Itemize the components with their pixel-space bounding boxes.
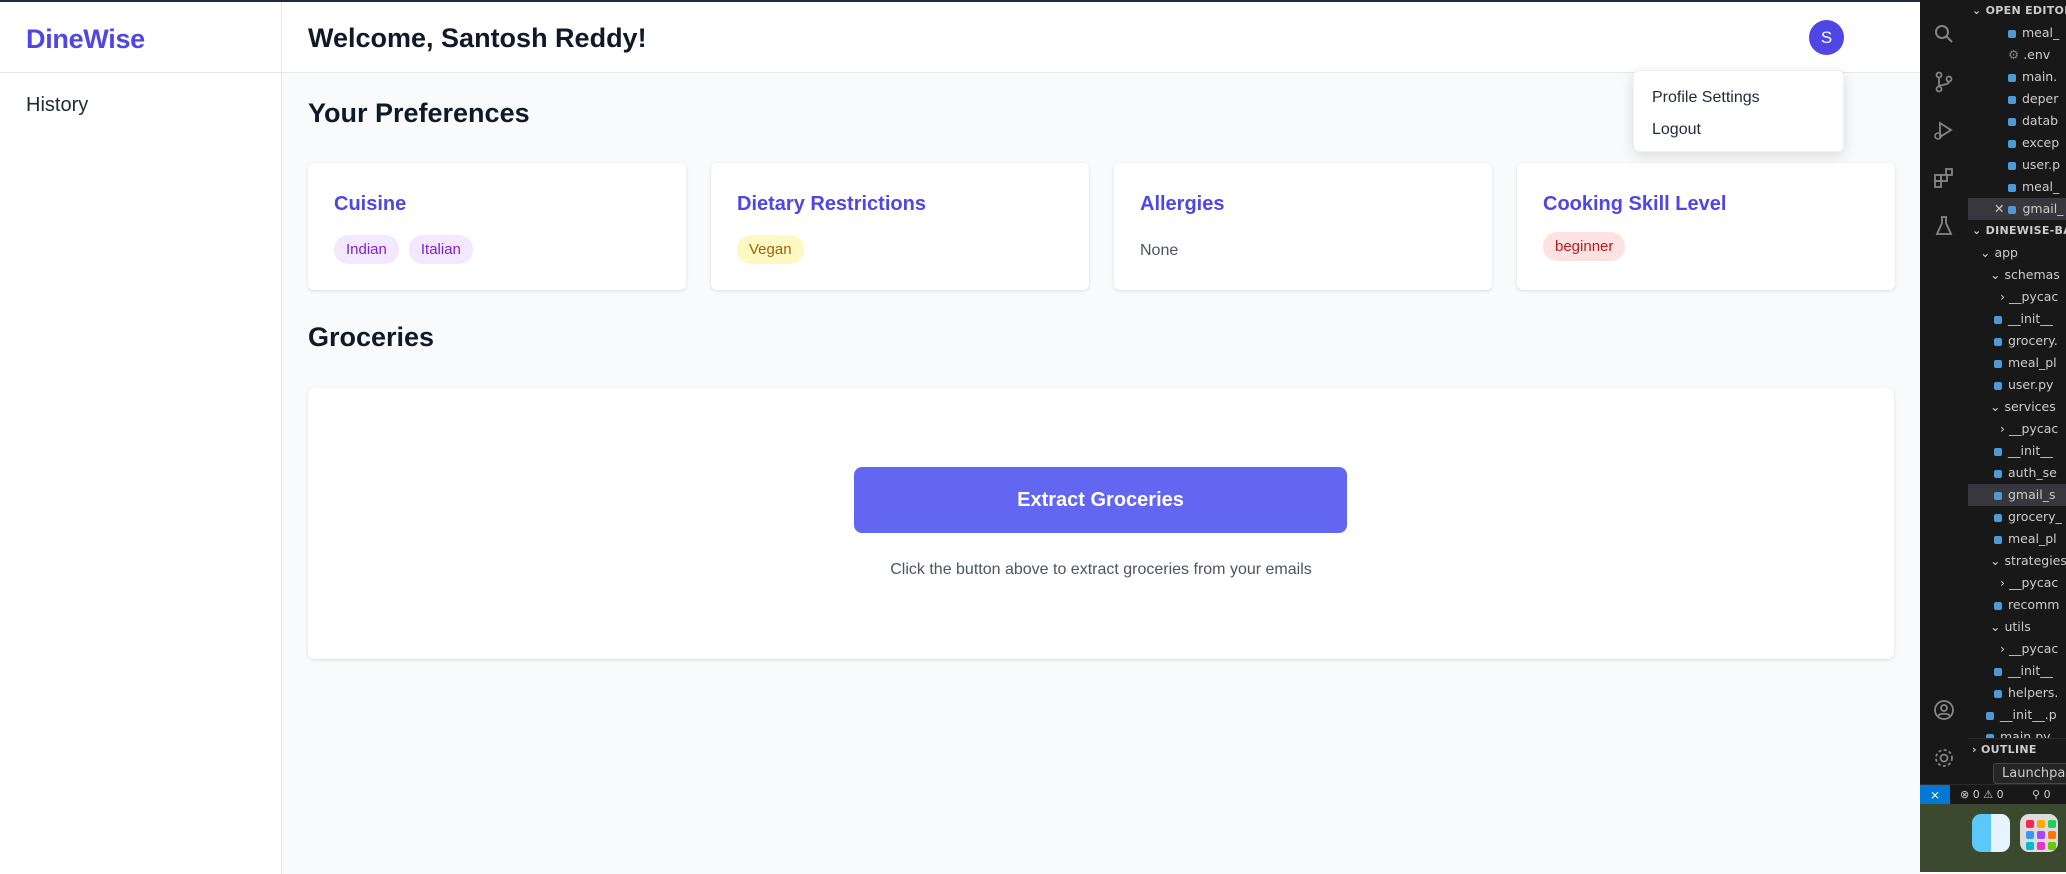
tree-file[interactable]: helpers. bbox=[1968, 682, 2066, 704]
outline-header[interactable]: › OUTLINE bbox=[1968, 738, 2066, 760]
problems-indicator[interactable]: ⊗ 0 ⚠ 0 bbox=[1960, 788, 2004, 801]
status-bar: ⨯ ⊗ 0 ⚠ 0 ⚲ 0 bbox=[1920, 784, 2066, 805]
tree-folder[interactable]: ⌄ services bbox=[1968, 396, 2066, 418]
open-editors-header[interactable]: ⌄ OPEN EDITORS bbox=[1968, 0, 2066, 22]
tree-folder[interactable]: › __pycac bbox=[1968, 418, 2066, 440]
preference-card-allergies: Allergies None bbox=[1114, 163, 1492, 290]
launchpad-icon[interactable] bbox=[2020, 814, 2058, 852]
close-icon[interactable]: ✕ bbox=[1994, 201, 2008, 216]
extract-groceries-button[interactable]: Extract Groceries bbox=[854, 467, 1347, 533]
preference-card-title: Cooking Skill Level bbox=[1543, 193, 1727, 215]
sidebar-item-history[interactable]: History bbox=[26, 94, 88, 117]
finder-icon[interactable] bbox=[1972, 814, 2010, 852]
open-editor-item[interactable]: main. bbox=[1968, 66, 2066, 88]
open-editor-item[interactable]: excep bbox=[1968, 132, 2066, 154]
dinewise-app: DineWise History Welcome, Santosh Reddy!… bbox=[0, 0, 1920, 874]
activity-bar bbox=[1920, 0, 1968, 784]
tree-folder[interactable]: ⌄ schemas bbox=[1968, 264, 2066, 286]
run-debug-icon[interactable] bbox=[1932, 118, 1956, 142]
cuisine-tag: Italian bbox=[408, 235, 473, 264]
ports-indicator[interactable]: ⚲ 0 bbox=[2032, 788, 2051, 801]
open-editor-item-active[interactable]: ✕ gmail_ bbox=[1968, 198, 2066, 220]
macos-dock bbox=[1920, 804, 2066, 872]
allergies-value: None bbox=[1140, 242, 1179, 259]
open-editor-item[interactable]: datab bbox=[1968, 110, 2066, 132]
extensions-icon[interactable] bbox=[1932, 166, 1956, 190]
tree-folder[interactable]: › __pycac bbox=[1968, 638, 2066, 660]
vscode-window: ⌄ OPEN EDITORS meal_ ⚙ .env main. deper … bbox=[1920, 0, 2066, 872]
open-editor-item[interactable]: meal_ bbox=[1968, 22, 2066, 44]
tree-file[interactable]: meal_pl bbox=[1968, 528, 2066, 550]
preference-card-title: Cuisine bbox=[334, 193, 407, 215]
dietary-tag: Vegan bbox=[737, 235, 804, 264]
groceries-heading: Groceries bbox=[308, 322, 435, 352]
tree-file[interactable]: grocery_ bbox=[1968, 506, 2066, 528]
welcome-title: Welcome, Santosh Reddy! bbox=[308, 23, 647, 53]
tree-file-active[interactable]: gmail_s bbox=[1968, 484, 2066, 506]
preference-card-cuisine: Cuisine Indian Italian bbox=[308, 163, 686, 290]
tag-list: Vegan bbox=[737, 235, 804, 264]
project-header[interactable]: ⌄ DINEWISE-BA bbox=[1968, 220, 2066, 242]
top-header: Welcome, Santosh Reddy! S bbox=[282, 2, 1920, 73]
sidebar-divider bbox=[0, 72, 282, 73]
groceries-card: Extract Groceries Click the button above… bbox=[308, 388, 1894, 659]
tree-file[interactable]: auth_se bbox=[1968, 462, 2066, 484]
tree-file[interactable]: recomm bbox=[1968, 594, 2066, 616]
tree-file[interactable]: __init__ bbox=[1968, 308, 2066, 330]
account-icon[interactable] bbox=[1932, 698, 1956, 722]
preference-card-title: Allergies bbox=[1140, 193, 1225, 215]
tree-folder[interactable]: ⌄ app bbox=[1968, 242, 2066, 264]
tag-list: beginner bbox=[1543, 232, 1626, 261]
tree-folder[interactable]: ⌄ utils bbox=[1968, 616, 2066, 638]
menu-item-profile-settings[interactable]: Profile Settings bbox=[1652, 89, 1760, 107]
groceries-hint: Click the button above to extract grocer… bbox=[890, 561, 1312, 578]
tree-file[interactable]: grocery. bbox=[1968, 330, 2066, 352]
open-editor-item[interactable]: deper bbox=[1968, 88, 2066, 110]
skill-level-tag: beginner bbox=[1543, 232, 1626, 261]
open-editor-item[interactable]: user.p bbox=[1968, 154, 2066, 176]
tree-folder[interactable]: › __pycac bbox=[1968, 286, 2066, 308]
preferences-heading: Your Preferences bbox=[308, 98, 530, 128]
main-content: Your Preferences Cuisine Indian Italian … bbox=[282, 73, 1920, 874]
open-editor-item[interactable]: ⚙ .env bbox=[1968, 44, 2066, 66]
tree-folder[interactable]: ⌄ strategies bbox=[1968, 550, 2066, 572]
launchpad-tooltip: Launchpa bbox=[1993, 763, 2066, 784]
cuisine-tag: Indian bbox=[334, 235, 399, 264]
app-logo[interactable]: DineWise bbox=[26, 24, 145, 55]
tree-file[interactable]: meal_pl bbox=[1968, 352, 2066, 374]
preference-card-title: Dietary Restrictions bbox=[737, 193, 926, 215]
tree-folder[interactable]: › __pycac bbox=[1968, 572, 2066, 594]
tree-file[interactable]: user.py bbox=[1968, 374, 2066, 396]
file-explorer: ⌄ OPEN EDITORS meal_ ⚙ .env main. deper … bbox=[1968, 0, 2066, 784]
menu-item-logout[interactable]: Logout bbox=[1652, 121, 1701, 139]
open-editor-item[interactable]: meal_ bbox=[1968, 176, 2066, 198]
tag-list: Indian Italian bbox=[334, 235, 473, 264]
profile-dropdown-menu: Profile Settings Logout bbox=[1633, 70, 1844, 152]
source-control-icon[interactable] bbox=[1932, 70, 1956, 94]
tree-file[interactable]: __init__ bbox=[1968, 440, 2066, 462]
preference-card-dietary-restrictions: Dietary Restrictions Vegan bbox=[711, 163, 1089, 290]
gear-icon[interactable] bbox=[1932, 746, 1956, 770]
tree-file[interactable]: __init__.p bbox=[1968, 704, 2066, 726]
search-icon[interactable] bbox=[1932, 22, 1956, 46]
sidebar: DineWise History bbox=[0, 2, 282, 874]
testing-flask-icon[interactable] bbox=[1932, 214, 1956, 238]
remote-icon[interactable]: ⨯ bbox=[1920, 785, 1950, 805]
user-avatar-button[interactable]: S bbox=[1809, 20, 1844, 55]
tree-file[interactable]: __init__ bbox=[1968, 660, 2066, 682]
preference-card-cooking-skill: Cooking Skill Level beginner bbox=[1517, 163, 1895, 290]
